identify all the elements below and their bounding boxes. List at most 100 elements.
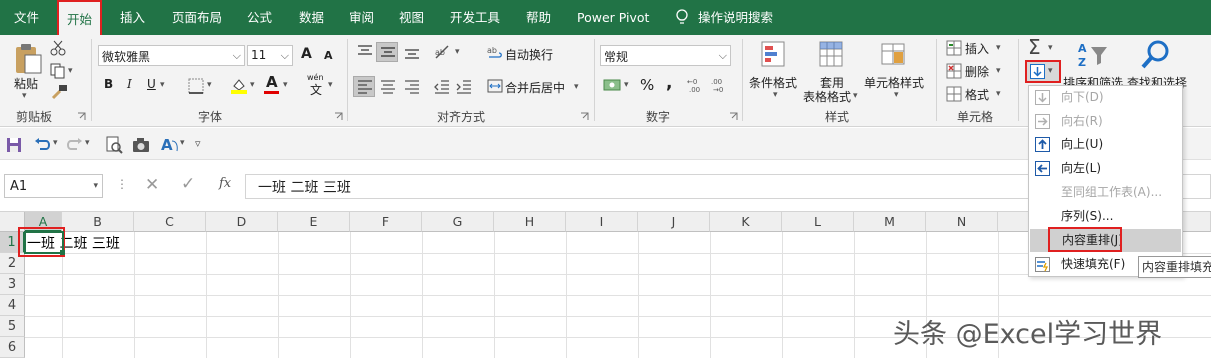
- format-painter-icon[interactable]: [50, 83, 68, 101]
- tab-view[interactable]: 视图: [399, 0, 424, 35]
- align-top-icon[interactable]: [356, 44, 374, 60]
- cut-icon[interactable]: [50, 40, 66, 56]
- column-header[interactable]: E: [278, 212, 350, 232]
- tab-power-pivot[interactable]: Power Pivot: [577, 0, 649, 35]
- column-header[interactable]: C: [134, 212, 206, 232]
- grow-font-icon[interactable]: A: [301, 46, 312, 62]
- number-format-select[interactable]: 常规 ⌵: [600, 45, 731, 66]
- column-header[interactable]: G: [422, 212, 494, 232]
- copy-icon[interactable]: [50, 63, 66, 79]
- insert-function-button[interactable]: fx: [219, 176, 231, 191]
- column-header[interactable]: K: [710, 212, 782, 232]
- undo-dropdown-icon[interactable]: ▾: [53, 138, 58, 148]
- camera-icon[interactable]: [132, 137, 150, 153]
- decrease-decimal-icon[interactable]: .00→0: [711, 76, 731, 94]
- column-header[interactable]: D: [206, 212, 278, 232]
- column-header[interactable]: B: [62, 212, 134, 232]
- merge-center-icon[interactable]: [487, 78, 503, 94]
- column-header[interactable]: N: [926, 212, 998, 232]
- merge-center-button[interactable]: 合并后居中: [505, 79, 565, 96]
- align-bottom-icon[interactable]: [403, 44, 421, 60]
- paste-icon[interactable]: [13, 43, 43, 75]
- dialog-launcher-icon[interactable]: [334, 112, 343, 121]
- sort-filter-icon[interactable]: AZ: [1076, 41, 1110, 69]
- underline-dropdown-icon[interactable]: ▾: [160, 80, 165, 90]
- column-header[interactable]: H: [494, 212, 566, 232]
- format-table-dropdown-icon[interactable]: ▾: [853, 91, 858, 101]
- align-right-icon[interactable]: [403, 78, 421, 94]
- tab-page-layout[interactable]: 页面布局: [172, 0, 222, 35]
- format-as-table-label-2[interactable]: 表格格式: [803, 88, 851, 105]
- increase-indent-icon[interactable]: [455, 78, 473, 94]
- column-header[interactable]: J: [638, 212, 710, 232]
- tab-file[interactable]: 文件: [14, 0, 39, 35]
- fill-color-icon[interactable]: [230, 76, 248, 94]
- tab-home[interactable]: 开始: [57, 0, 103, 35]
- conditional-dropdown-icon[interactable]: ▾: [773, 90, 778, 100]
- conditional-formatting-button[interactable]: 条件格式: [749, 74, 797, 91]
- wrap-text-icon[interactable]: ab: [487, 44, 503, 60]
- save-icon[interactable]: [6, 137, 22, 153]
- format-cells-button[interactable]: 格式: [965, 86, 989, 103]
- menu-item-fill-left[interactable]: 向左(L): [1029, 157, 1182, 180]
- percent-style-button[interactable]: %: [640, 76, 654, 94]
- paste-label[interactable]: 粘贴: [14, 75, 38, 92]
- bold-button[interactable]: B: [104, 77, 113, 91]
- increase-decimal-icon[interactable]: ←0.00: [687, 76, 707, 94]
- name-box[interactable]: A1 ▾: [4, 174, 103, 198]
- row-header[interactable]: 5: [0, 316, 25, 337]
- merge-dropdown-icon[interactable]: ▾: [574, 82, 579, 92]
- font-color-dropdown-icon[interactable]: ▾: [283, 80, 288, 90]
- enter-icon[interactable]: ✓: [181, 174, 195, 194]
- print-preview-icon[interactable]: [105, 136, 123, 154]
- cell-styles-icon[interactable]: [880, 40, 908, 70]
- redo-icon[interactable]: [65, 137, 83, 153]
- cell-styles-dropdown-icon[interactable]: ▾: [894, 90, 899, 100]
- menu-item-series[interactable]: 序列(S)...: [1029, 205, 1182, 228]
- autosum-icon[interactable]: Σ: [1028, 35, 1041, 59]
- dialog-launcher-icon[interactable]: [580, 112, 589, 121]
- font-size-select[interactable]: 11 ⌵: [247, 45, 293, 66]
- conditional-formatting-icon[interactable]: [760, 40, 788, 70]
- menu-item-fill-up[interactable]: 向上(U): [1029, 133, 1182, 156]
- format-as-table-icon[interactable]: [818, 40, 846, 70]
- phonetic-dropdown-icon[interactable]: ▾: [328, 80, 333, 90]
- orientation-dropdown-icon[interactable]: ▾: [455, 47, 460, 57]
- column-header[interactable]: I: [566, 212, 638, 232]
- tab-help[interactable]: 帮助: [526, 0, 551, 35]
- orientation-icon[interactable]: ab: [433, 44, 453, 60]
- row-header[interactable]: 6: [0, 337, 25, 358]
- insert-dropdown-icon[interactable]: ▾: [996, 43, 1001, 53]
- menu-item-across-worksheets[interactable]: 至同组工作表(A)...: [1029, 181, 1182, 204]
- text-effects-dropdown-icon[interactable]: ▾: [180, 138, 185, 148]
- menu-item-fill-down[interactable]: 向下(D): [1029, 86, 1182, 109]
- tab-formulas[interactable]: 公式: [247, 0, 272, 35]
- tab-developer[interactable]: 开发工具: [450, 0, 500, 35]
- copy-dropdown-icon[interactable]: ▾: [68, 66, 73, 76]
- align-center-icon[interactable]: [379, 78, 397, 94]
- column-header[interactable]: M: [854, 212, 926, 232]
- font-name-select[interactable]: 微软雅黑 ⌵: [98, 45, 245, 66]
- dialog-launcher-icon[interactable]: [77, 112, 86, 121]
- delete-cells-button[interactable]: 删除: [965, 63, 989, 80]
- customize-qat-icon[interactable]: ▿: [195, 137, 201, 150]
- column-header[interactable]: L: [782, 212, 854, 232]
- wrap-text-button[interactable]: 自动换行: [505, 46, 553, 63]
- format-cells-icon[interactable]: [946, 86, 962, 102]
- tab-review[interactable]: 审阅: [349, 0, 374, 35]
- delete-cells-icon[interactable]: [946, 63, 962, 79]
- accounting-dropdown-icon[interactable]: ▾: [624, 80, 629, 90]
- decrease-indent-icon[interactable]: [433, 78, 451, 94]
- accounting-format-icon[interactable]: [603, 76, 621, 94]
- insert-cells-button[interactable]: 插入: [965, 40, 989, 57]
- cell-styles-button[interactable]: 单元格样式: [864, 74, 924, 91]
- paste-dropdown-icon[interactable]: ▾: [22, 91, 27, 101]
- column-header[interactable]: F: [350, 212, 422, 232]
- underline-button[interactable]: U: [147, 77, 156, 91]
- insert-cells-icon[interactable]: [946, 40, 962, 56]
- dialog-launcher-icon[interactable]: [729, 112, 738, 121]
- italic-button[interactable]: I: [127, 77, 132, 91]
- autosum-dropdown-icon[interactable]: ▾: [1048, 43, 1053, 53]
- fill-handle[interactable]: [60, 250, 65, 255]
- font-color-icon[interactable]: A: [266, 73, 278, 91]
